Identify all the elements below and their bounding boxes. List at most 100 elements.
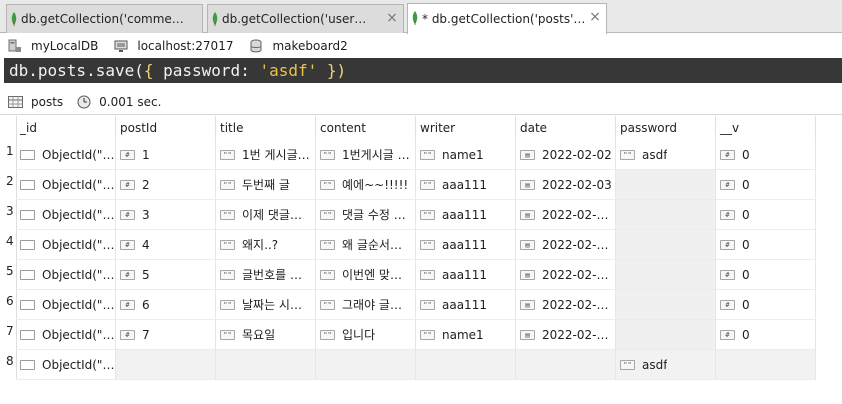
- table-cell-content[interactable]: "" 1번게시글 …: [316, 140, 416, 170]
- tab-posts-query[interactable]: * db.getCollection('posts')··· ×: [407, 3, 607, 34]
- column-header[interactable]: __v: [716, 116, 816, 140]
- table-cell-title[interactable]: "" 글번호를 …: [216, 260, 316, 290]
- table-cell-id[interactable]: ObjectId("6…: [16, 260, 116, 290]
- table-cell-writer[interactable]: "" name1: [416, 140, 516, 170]
- table-cell-password[interactable]: "" asdf: [616, 140, 716, 170]
- table-cell-v[interactable]: [716, 350, 816, 380]
- table-cell-content[interactable]: "" 이번엔 맞…: [316, 260, 416, 290]
- table-cell-postId[interactable]: #4: [116, 230, 216, 260]
- table-cell-password[interactable]: [616, 170, 716, 200]
- table-cell-password[interactable]: [616, 230, 716, 260]
- column-header[interactable]: _id: [16, 116, 116, 140]
- table-cell-content[interactable]: [316, 350, 416, 380]
- table-cell-content[interactable]: "" 예에~~!!!!!: [316, 170, 416, 200]
- table-cell-title[interactable]: "" 두번째 글: [216, 170, 316, 200]
- table-cell-v[interactable]: #0: [716, 140, 816, 170]
- table-cell-writer[interactable]: "" name1: [416, 320, 516, 350]
- table-cell-writer[interactable]: "" aaa111: [416, 260, 516, 290]
- table-cell-id[interactable]: ObjectId("6…: [16, 320, 116, 350]
- column-header[interactable]: title: [216, 116, 316, 140]
- table-cell-date[interactable]: ▤ 2022-02-02: [516, 140, 616, 170]
- table-cell-password[interactable]: [616, 200, 716, 230]
- column-header[interactable]: content: [316, 116, 416, 140]
- table-cell-password[interactable]: "" asdf: [616, 350, 716, 380]
- table-cell-title[interactable]: "" 1번 게시글…: [216, 140, 316, 170]
- int32-type-icon: #: [120, 209, 135, 220]
- table-cell-postId[interactable]: #5: [116, 260, 216, 290]
- table-cell-v[interactable]: #0: [716, 230, 816, 260]
- close-icon[interactable]: ×: [386, 11, 398, 25]
- string-type-icon: "": [220, 329, 235, 340]
- cell-value: 2022-02-0…: [542, 267, 615, 282]
- table-cell-writer[interactable]: "" aaa111: [416, 170, 516, 200]
- table-cell-id[interactable]: ObjectId("6…: [16, 350, 116, 380]
- table-cell-writer[interactable]: "" aaa111: [416, 200, 516, 230]
- table-cell-title[interactable]: "" 왜지..?: [216, 230, 316, 260]
- table-cell-date[interactable]: ▤ 2022-02-0…: [516, 260, 616, 290]
- cell-value: 왜지..?: [242, 238, 279, 252]
- table-cell-v[interactable]: #0: [716, 170, 816, 200]
- table-cell-password[interactable]: [616, 320, 716, 350]
- table-cell-date[interactable]: ▤ 2022-02-0…: [516, 290, 616, 320]
- table-cell-id[interactable]: ObjectId("6…: [16, 290, 116, 320]
- mongo-leaf-icon: [11, 12, 17, 26]
- table-cell-postId[interactable]: [116, 350, 216, 380]
- server-address: localhost:27017: [114, 39, 233, 53]
- table-cell-postId[interactable]: #6: [116, 290, 216, 320]
- table-cell-title[interactable]: [216, 350, 316, 380]
- table-cell-password[interactable]: [616, 290, 716, 320]
- query-editor[interactable]: db.posts.save( { password : 'asdf' }): [4, 58, 842, 83]
- tab-users-query[interactable]: db.getCollection('users'),··· ×: [207, 4, 404, 33]
- table-cell-title[interactable]: "" 날짜는 시…: [216, 290, 316, 320]
- table-cell-v[interactable]: #0: [716, 260, 816, 290]
- table-cell-writer[interactable]: [416, 350, 516, 380]
- table-cell-date[interactable]: ▤ 2022-02-0…: [516, 230, 616, 260]
- int32-type-icon: #: [720, 209, 735, 220]
- cell-value: aaa111: [442, 297, 487, 312]
- cell-value: asdf: [642, 357, 668, 372]
- table-cell-content[interactable]: "" 왜 글순서…: [316, 230, 416, 260]
- table-cell-id[interactable]: ObjectId("6…: [16, 140, 116, 170]
- column-header[interactable]: date: [516, 116, 616, 140]
- string-type-icon: "": [220, 149, 235, 160]
- table-cell-v[interactable]: #0: [716, 200, 816, 230]
- table-cell-postId[interactable]: #2: [116, 170, 216, 200]
- database-name: makeboard2: [249, 39, 348, 53]
- cell-value: 0: [742, 177, 750, 192]
- table-cell-title[interactable]: "" 이제 댓글…: [216, 200, 316, 230]
- close-icon[interactable]: ×: [589, 10, 601, 24]
- string-type-icon: "": [420, 329, 435, 340]
- column-header[interactable]: writer: [416, 116, 516, 140]
- table-cell-postId[interactable]: #1: [116, 140, 216, 170]
- int32-type-icon: #: [720, 239, 735, 250]
- table-cell-v[interactable]: #0: [716, 320, 816, 350]
- column-header[interactable]: postId: [116, 116, 216, 140]
- table-cell-date[interactable]: ▤ 2022-02-0…: [516, 200, 616, 230]
- table-cell-content[interactable]: "" 그래야 글…: [316, 290, 416, 320]
- table-cell-title[interactable]: "" 목요일: [216, 320, 316, 350]
- connection-bar: myLocalDB localhost:27017 makeboard2: [0, 34, 842, 58]
- table-cell-id[interactable]: ObjectId("6…: [16, 200, 116, 230]
- int32-type-icon: #: [720, 149, 735, 160]
- date-type-icon: ▤: [520, 209, 535, 220]
- row-number: 4: [6, 234, 14, 248]
- table-cell-writer[interactable]: "" aaa111: [416, 290, 516, 320]
- column-header[interactable]: password: [616, 116, 716, 140]
- table-cell-date[interactable]: ▤ 2022-02-03: [516, 170, 616, 200]
- int32-type-icon: #: [720, 179, 735, 190]
- table-cell-v[interactable]: #0: [716, 290, 816, 320]
- table-cell-password[interactable]: [616, 260, 716, 290]
- table-cell-id[interactable]: ObjectId("6…: [16, 170, 116, 200]
- table-cell-date[interactable]: ▤ 2022-02-0…: [516, 320, 616, 350]
- table-cell-content[interactable]: "" 댓글 수정 …: [316, 200, 416, 230]
- table-cell-date[interactable]: [516, 350, 616, 380]
- table-cell-postId[interactable]: #7: [116, 320, 216, 350]
- query-text: db.posts.save(: [9, 61, 144, 80]
- string-type-icon: "": [320, 149, 335, 160]
- table-cell-postId[interactable]: #3: [116, 200, 216, 230]
- table-cell-content[interactable]: "" 입니다: [316, 320, 416, 350]
- cell-value: 2: [142, 177, 150, 192]
- table-cell-writer[interactable]: "" aaa111: [416, 230, 516, 260]
- table-cell-id[interactable]: ObjectId("6…: [16, 230, 116, 260]
- tab-comments-query[interactable]: db.getCollection('commen···: [6, 4, 203, 33]
